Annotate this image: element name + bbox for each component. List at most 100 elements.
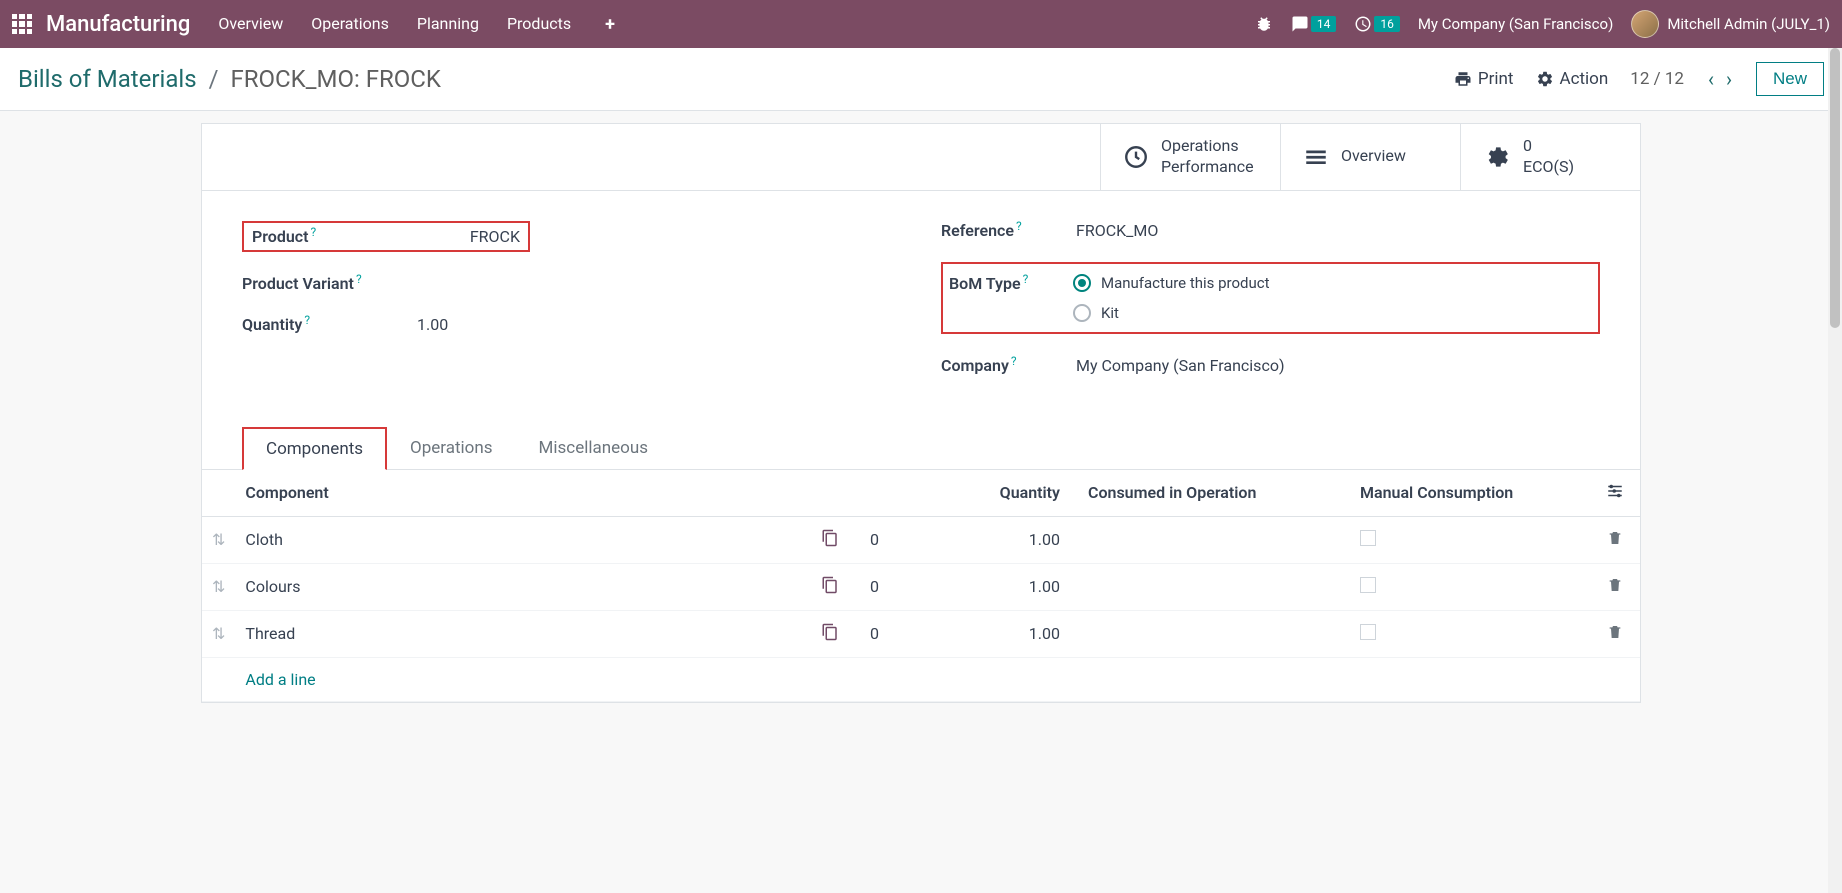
cell-quantity[interactable]: 1.00 bbox=[910, 516, 1070, 563]
th-consumed[interactable]: Consumed in Operation bbox=[1070, 470, 1350, 517]
debug-icon[interactable] bbox=[1255, 15, 1273, 33]
messages-icon[interactable]: 14 bbox=[1291, 15, 1337, 33]
reference-label: Reference bbox=[941, 221, 1014, 240]
th-component[interactable]: Component bbox=[235, 470, 800, 517]
cell-sub: 0 bbox=[860, 610, 910, 657]
help-icon[interactable]: ? bbox=[311, 225, 317, 239]
cell-component[interactable]: Thread bbox=[235, 610, 800, 657]
company-value[interactable]: My Company (San Francisco) bbox=[1076, 356, 1285, 375]
trash-icon[interactable] bbox=[1607, 530, 1623, 546]
gear-icon bbox=[1536, 70, 1554, 88]
menu-planning[interactable]: Planning bbox=[417, 14, 479, 35]
scrollbar[interactable] bbox=[1828, 48, 1842, 893]
drag-handle-icon[interactable]: ⇅ bbox=[212, 624, 225, 643]
help-icon[interactable]: ? bbox=[1023, 272, 1029, 286]
topnav-right: 14 16 My Company (San Francisco) Mitchel… bbox=[1255, 10, 1830, 38]
internal-link-icon[interactable] bbox=[821, 529, 839, 547]
table-row[interactable]: ⇅ Cloth 0 1.00 bbox=[202, 516, 1640, 563]
quantity-value[interactable]: 1.00 bbox=[417, 315, 448, 334]
cell-manual[interactable] bbox=[1350, 516, 1590, 563]
menu-overview[interactable]: Overview bbox=[218, 14, 283, 35]
radio-unchecked-icon bbox=[1073, 304, 1091, 322]
th-quantity[interactable]: Quantity bbox=[910, 470, 1070, 517]
notebook-tabs: Components Operations Miscellaneous bbox=[202, 427, 1640, 470]
checkbox-icon[interactable] bbox=[1360, 624, 1376, 640]
cell-sub: 0 bbox=[860, 563, 910, 610]
variant-label: Product Variant bbox=[242, 274, 354, 293]
scrollbar-thumb[interactable] bbox=[1830, 48, 1840, 328]
checkbox-icon[interactable] bbox=[1360, 530, 1376, 546]
drag-handle-icon[interactable]: ⇅ bbox=[212, 577, 225, 596]
action-button[interactable]: Action bbox=[1536, 69, 1609, 89]
add-line-link[interactable]: Add a line bbox=[245, 670, 315, 689]
user-name: Mitchell Admin (JULY_1) bbox=[1667, 15, 1830, 33]
control-bar: Bills of Materials / FROCK_MO: FROCK Pri… bbox=[0, 48, 1842, 111]
menu-products[interactable]: Products bbox=[507, 14, 571, 35]
print-icon bbox=[1454, 70, 1472, 88]
breadcrumb-current: FROCK_MO: FROCK bbox=[230, 65, 441, 93]
activities-icon[interactable]: 16 bbox=[1354, 15, 1400, 33]
stat-overview[interactable]: Overview bbox=[1280, 124, 1460, 190]
stat-ecos[interactable]: 0 ECO(S) bbox=[1460, 124, 1640, 190]
internal-link-icon[interactable] bbox=[821, 623, 839, 641]
trash-icon[interactable] bbox=[1607, 624, 1623, 640]
breadcrumb-root[interactable]: Bills of Materials bbox=[18, 65, 197, 93]
bomtype-kit[interactable]: Kit bbox=[1073, 304, 1270, 322]
form-right-col: Reference? FROCK_MO BoM Type? Manufactur… bbox=[941, 221, 1600, 397]
tab-miscellaneous[interactable]: Miscellaneous bbox=[516, 427, 671, 469]
activities-badge: 16 bbox=[1374, 16, 1400, 32]
help-icon[interactable]: ? bbox=[356, 272, 362, 286]
print-button[interactable]: Print bbox=[1454, 69, 1514, 89]
top-navbar: Manufacturing Overview Operations Planni… bbox=[0, 0, 1842, 48]
product-value[interactable]: FROCK bbox=[470, 227, 520, 246]
company-label: Company bbox=[941, 356, 1009, 375]
quantity-label: Quantity bbox=[242, 315, 302, 334]
bomtype-highlight: BoM Type? Manufacture this product Kit bbox=[941, 262, 1600, 334]
gears-icon bbox=[1483, 143, 1511, 171]
control-right: Print Action 12 / 12 ‹ › New bbox=[1454, 62, 1824, 96]
tab-components[interactable]: Components bbox=[242, 427, 387, 470]
checkbox-icon[interactable] bbox=[1360, 577, 1376, 593]
internal-link-icon[interactable] bbox=[821, 576, 839, 594]
reference-value[interactable]: FROCK_MO bbox=[1076, 221, 1158, 240]
cell-quantity[interactable]: 1.00 bbox=[910, 563, 1070, 610]
radio-checked-icon bbox=[1073, 274, 1091, 292]
cell-manual[interactable] bbox=[1350, 563, 1590, 610]
help-icon[interactable]: ? bbox=[1011, 354, 1017, 368]
cell-consumed[interactable] bbox=[1070, 563, 1350, 610]
product-label: Product bbox=[252, 227, 309, 246]
menu-operations[interactable]: Operations bbox=[311, 14, 389, 35]
messages-badge: 14 bbox=[1311, 16, 1337, 32]
table-row[interactable]: ⇅ Thread 0 1.00 bbox=[202, 610, 1640, 657]
breadcrumb: Bills of Materials / FROCK_MO: FROCK bbox=[18, 65, 441, 93]
company-selector[interactable]: My Company (San Francisco) bbox=[1418, 15, 1613, 33]
cell-consumed[interactable] bbox=[1070, 610, 1350, 657]
settings-icon[interactable] bbox=[1606, 482, 1624, 500]
apps-icon[interactable] bbox=[12, 14, 32, 34]
pager-prev-icon[interactable]: ‹ bbox=[1706, 67, 1716, 91]
menu-add-icon[interactable]: + bbox=[599, 14, 621, 35]
form-sheet: Operations Performance Overview 0 ECO(S) bbox=[201, 123, 1641, 703]
cell-component[interactable]: Cloth bbox=[235, 516, 800, 563]
pager-next-icon[interactable]: › bbox=[1724, 67, 1734, 91]
cell-quantity[interactable]: 1.00 bbox=[910, 610, 1070, 657]
help-icon[interactable]: ? bbox=[304, 313, 310, 327]
cell-manual[interactable] bbox=[1350, 610, 1590, 657]
trash-icon[interactable] bbox=[1607, 577, 1623, 593]
app-brand[interactable]: Manufacturing bbox=[46, 12, 190, 37]
new-button[interactable]: New bbox=[1756, 62, 1824, 96]
bomtype-manufacture[interactable]: Manufacture this product bbox=[1073, 274, 1270, 292]
tab-operations[interactable]: Operations bbox=[387, 427, 516, 469]
components-table: Component Quantity Consumed in Operation… bbox=[202, 470, 1640, 702]
main-menu: Overview Operations Planning Products + bbox=[218, 14, 1254, 35]
pager-count[interactable]: 12 / 12 bbox=[1630, 69, 1684, 89]
bomtype-label: BoM Type bbox=[949, 274, 1021, 293]
th-manual[interactable]: Manual Consumption bbox=[1350, 470, 1590, 517]
cell-consumed[interactable] bbox=[1070, 516, 1350, 563]
stat-operations-performance[interactable]: Operations Performance bbox=[1100, 124, 1280, 190]
user-menu[interactable]: Mitchell Admin (JULY_1) bbox=[1631, 10, 1830, 38]
help-icon[interactable]: ? bbox=[1016, 219, 1022, 233]
table-row[interactable]: ⇅ Colours 0 1.00 bbox=[202, 563, 1640, 610]
cell-component[interactable]: Colours bbox=[235, 563, 800, 610]
drag-handle-icon[interactable]: ⇅ bbox=[212, 530, 225, 549]
